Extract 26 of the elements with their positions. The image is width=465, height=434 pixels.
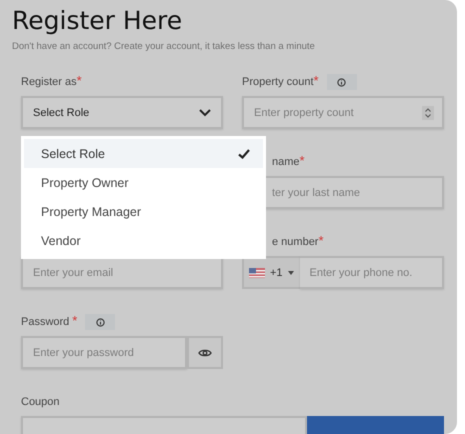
property-count-field[interactable]: Enter property count: [242, 96, 444, 129]
check-icon: [238, 148, 250, 158]
required-mark: *: [72, 316, 78, 326]
field-label: Password: [21, 316, 70, 328]
email-field[interactable]: Enter your email: [21, 256, 223, 289]
field-label: Register as: [21, 76, 77, 88]
role-select[interactable]: Select Role: [21, 96, 223, 129]
chevron-down-icon: [199, 108, 211, 116]
menu-option[interactable]: Select Role: [24, 139, 263, 168]
info-icon[interactable]: [85, 314, 116, 330]
eye-icon: [198, 348, 212, 358]
info-icon[interactable]: [326, 74, 357, 90]
password-field[interactable]: Enter your password: [21, 336, 187, 369]
required-mark: *: [76, 76, 82, 86]
spinner-icon[interactable]: [422, 106, 434, 120]
required-mark: *: [300, 156, 305, 166]
field-label: Coupon: [21, 396, 60, 408]
show-password-button[interactable]: [187, 336, 223, 369]
field-label: e number: [272, 236, 318, 248]
field-label: Property count: [242, 76, 314, 88]
page-title: Register Here: [12, 5, 184, 37]
required-mark: *: [318, 236, 324, 246]
menu-option[interactable]: Vendor: [24, 226, 263, 255]
subtitle: Don't have an account? Create your account, it takes less than a minute: [12, 41, 316, 52]
field-label: name: [272, 156, 300, 168]
required-mark: *: [314, 76, 319, 86]
